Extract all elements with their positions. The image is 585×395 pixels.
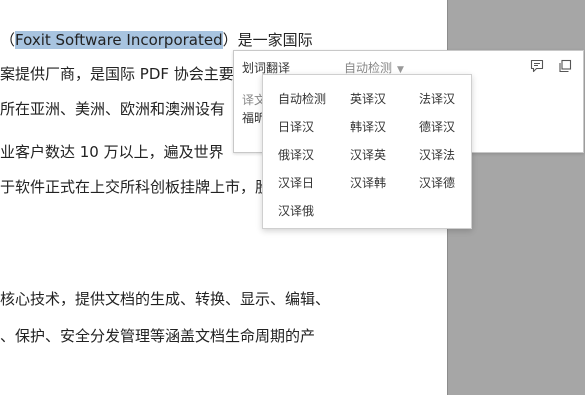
option-en-zh[interactable]: 英译汉 bbox=[350, 91, 386, 107]
doc-line-3: 所在亚洲、美洲、欧洲和澳洲设有 bbox=[0, 100, 226, 118]
option-auto-detect[interactable]: 自动检测 bbox=[278, 91, 326, 107]
doc-line-6: 核心技术，提供文档的生成、转换、显示、编辑、 bbox=[0, 290, 331, 308]
option-zh-ru[interactable]: 汉译俄 bbox=[278, 203, 314, 219]
doc-line-7: 、保护、安全分发管理等涵盖文档生命周期的产 bbox=[0, 327, 316, 345]
doc-line-1: （Foxit Software Incorporated）是一家国际 bbox=[0, 29, 313, 51]
language-dropdown: 自动检测 英译汉 法译汉 日译汉 韩译汉 德译汉 俄译汉 汉译英 汉译法 汉译日… bbox=[262, 74, 472, 229]
option-ja-zh[interactable]: 日译汉 bbox=[278, 119, 314, 135]
doc-line-5: 于软件正式在上交所科创板挂牌上市，股 bbox=[0, 178, 271, 196]
option-zh-fr[interactable]: 汉译法 bbox=[419, 147, 455, 163]
option-zh-de[interactable]: 汉译德 bbox=[419, 175, 455, 191]
comment-icon[interactable] bbox=[529, 58, 545, 74]
option-zh-ko[interactable]: 汉译韩 bbox=[350, 175, 386, 191]
doc-line-4: 业客户数达 10 万以上，遍及世界 bbox=[0, 143, 224, 161]
option-zh-ja[interactable]: 汉译日 bbox=[278, 175, 314, 191]
option-de-zh[interactable]: 德译汉 bbox=[419, 119, 455, 135]
option-ru-zh[interactable]: 俄译汉 bbox=[278, 147, 314, 163]
doc-line-2: 案提供厂商，是国际 PDF 协会主要 bbox=[0, 65, 234, 83]
doc-line-1-prefix: （ bbox=[0, 31, 16, 49]
option-fr-zh[interactable]: 法译汉 bbox=[419, 91, 455, 107]
doc-line-1-suffix: ）是一家国际 bbox=[222, 31, 313, 49]
option-zh-en[interactable]: 汉译英 bbox=[350, 147, 386, 163]
language-select-value: 自动检测 bbox=[344, 61, 393, 75]
selected-text[interactable]: Foxit Software Incorporated bbox=[15, 31, 223, 49]
option-ko-zh[interactable]: 韩译汉 bbox=[350, 119, 386, 135]
copy-icon[interactable] bbox=[557, 58, 573, 74]
